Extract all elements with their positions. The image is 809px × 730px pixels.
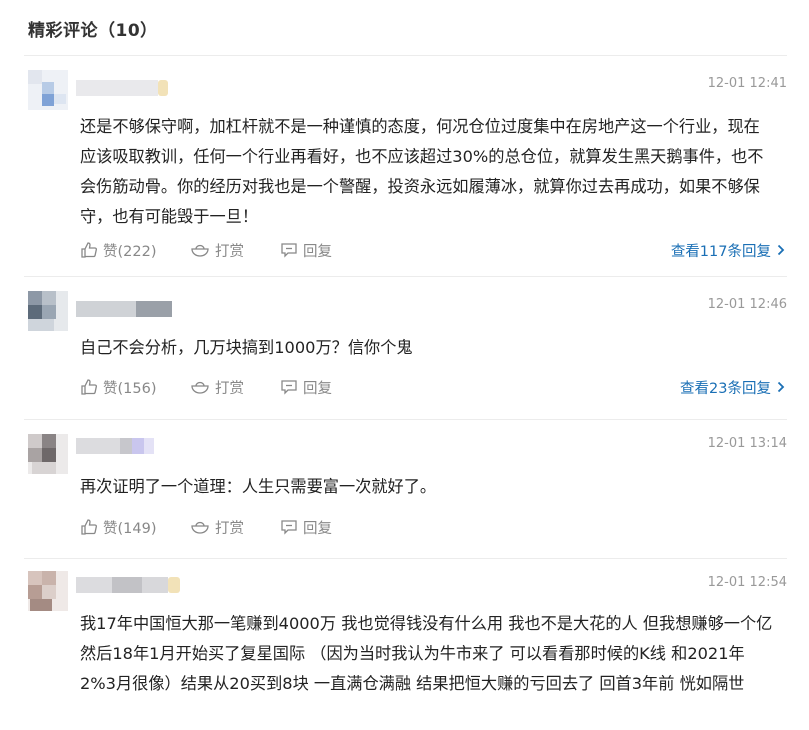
reply-bubble-icon (281, 520, 297, 535)
avatar[interactable] (28, 291, 68, 331)
comment-item: 12-01 12:54 我17年中国恒大那一笔赚到4000万 我也觉得钱没有什么… (24, 559, 787, 730)
view-replies-label: 查看23条回复 (680, 380, 771, 397)
reply-label: 回复 (303, 380, 332, 397)
comment-text: 我17年中国恒大那一笔赚到4000万 我也觉得钱没有什么用 我也不是大花的人 但… (80, 614, 773, 693)
username-blurred[interactable] (76, 438, 196, 458)
reply-bubble-icon (281, 380, 297, 395)
tip-button[interactable]: 打赏 (190, 238, 244, 262)
comment-item: 12-01 13:14 再次证明了一个道理：人生只需要富一次就好了。 赞(149… (24, 420, 787, 559)
tip-label: 打赏 (215, 520, 244, 537)
chevron-right-icon (777, 381, 785, 393)
tip-bowl-icon (191, 244, 209, 257)
like-button[interactable]: 赞(149) (80, 515, 157, 539)
reply-button[interactable]: 回复 (280, 515, 332, 539)
thumbs-up-icon (81, 379, 97, 395)
reply-bubble-icon (281, 243, 297, 258)
comment-text: 还是不够保守啊，加杠杆就不是一种谨慎的态度，何况仓位过度集中在房地产这一个行业，… (80, 117, 764, 226)
username-blurred[interactable] (76, 301, 196, 321)
comment-actions: 赞(156) 打赏 回复 查看23条回复 (80, 375, 787, 399)
chevron-right-icon (777, 244, 785, 256)
comment-time: 12-01 12:46 (707, 297, 787, 312)
tip-button[interactable]: 打赏 (190, 515, 244, 539)
comment-item: 12-01 12:41 还是不够保守啊，加杠杆就不是一种谨慎的态度，何况仓位过度… (24, 56, 787, 277)
username-blurred[interactable] (76, 577, 196, 597)
like-button[interactable]: 赞(156) (80, 375, 157, 399)
tip-bowl-icon (191, 381, 209, 394)
reply-label: 回复 (303, 243, 332, 260)
avatar[interactable] (28, 571, 68, 611)
avatar[interactable] (28, 70, 68, 110)
like-count: 赞(156) (103, 380, 157, 397)
reply-label: 回复 (303, 520, 332, 537)
comment-time: 12-01 12:54 (707, 575, 787, 590)
avatar[interactable] (28, 434, 68, 474)
tip-button[interactable]: 打赏 (190, 375, 244, 399)
comment-text: 自己不会分析，几万块搞到1000万？信你个鬼 (80, 338, 413, 357)
reply-button[interactable]: 回复 (280, 375, 332, 399)
reply-button[interactable]: 回复 (280, 238, 332, 262)
like-button[interactable]: 赞(222) (80, 238, 157, 262)
comment-actions: 赞(149) 打赏 回复 (80, 515, 787, 539)
thumbs-up-icon (81, 242, 97, 258)
comment-actions: 赞(222) 打赏 回复 查看117条回复 (80, 238, 787, 262)
like-count: 赞(222) (103, 243, 157, 260)
view-replies-label: 查看117条回复 (670, 243, 771, 260)
tip-label: 打赏 (215, 380, 244, 397)
tip-bowl-icon (191, 521, 209, 534)
view-replies-link[interactable]: 查看23条回复 (680, 375, 785, 399)
like-count: 赞(149) (103, 520, 157, 537)
view-replies-link[interactable]: 查看117条回复 (671, 238, 785, 262)
thumbs-up-icon (81, 519, 97, 535)
comment-time: 12-01 12:41 (707, 76, 787, 91)
comment-item: 12-01 12:46 自己不会分析，几万块搞到1000万？信你个鬼 赞(156… (24, 277, 787, 420)
username-blurred[interactable] (76, 80, 196, 100)
comment-text: 再次证明了一个道理：人生只需要富一次就好了。 (80, 477, 437, 496)
comment-time: 12-01 13:14 (707, 436, 787, 451)
section-title: 精彩评论（10） (28, 21, 158, 41)
tip-label: 打赏 (215, 243, 244, 260)
